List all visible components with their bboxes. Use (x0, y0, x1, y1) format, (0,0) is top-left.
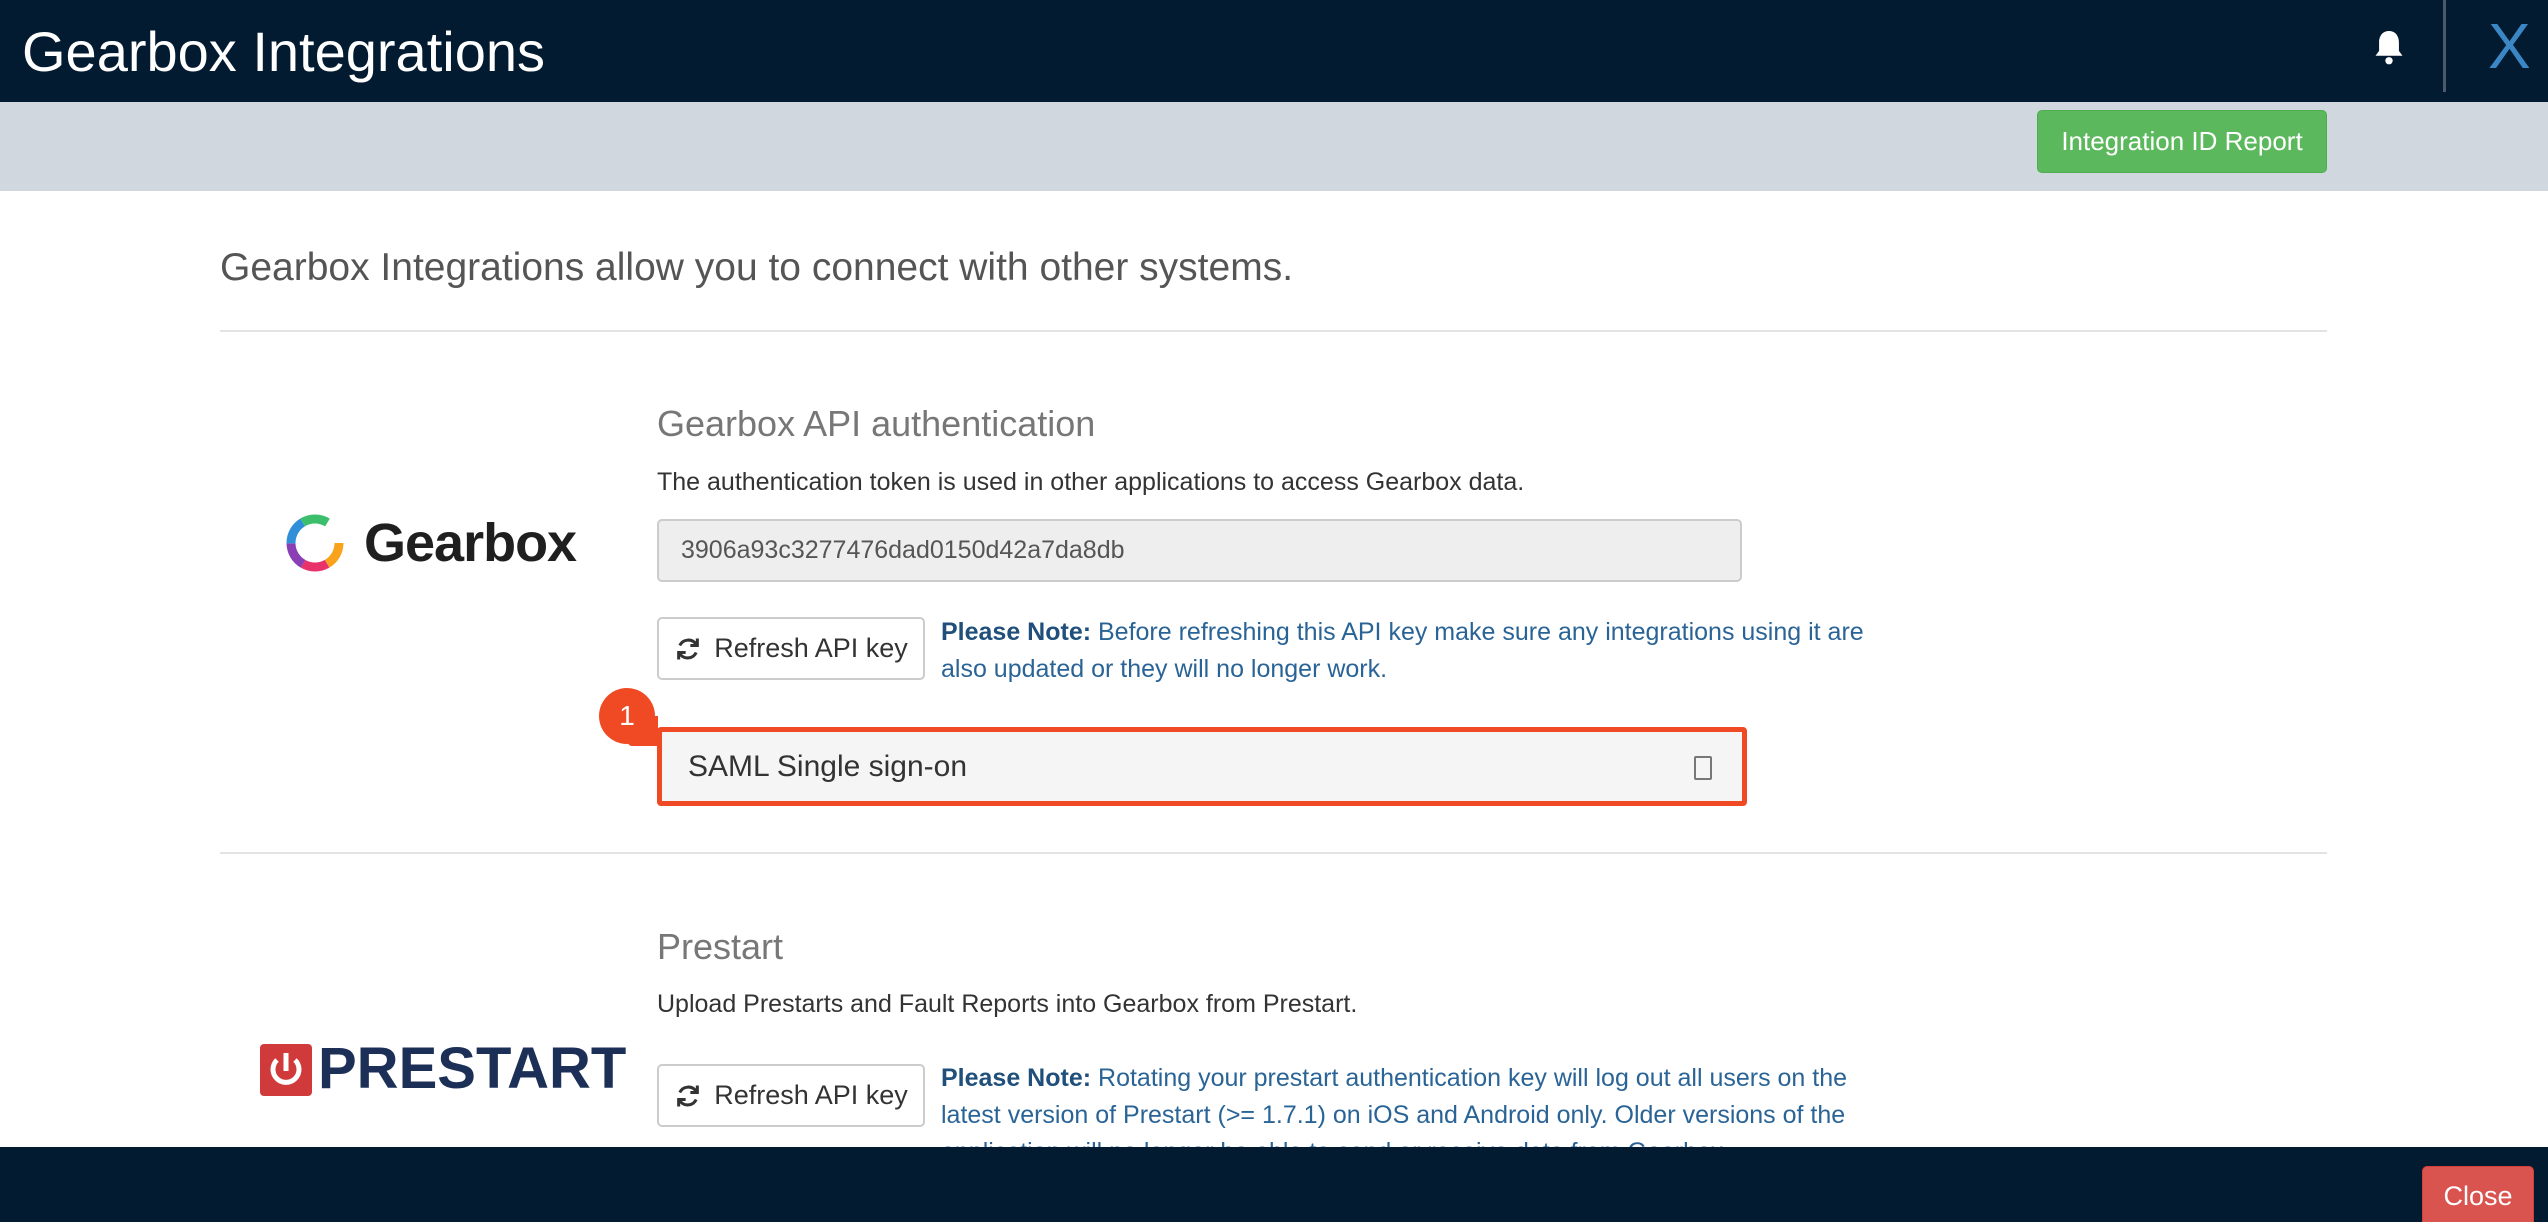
prestart-title: Prestart (657, 926, 784, 967)
divider (220, 330, 2327, 332)
refresh-api-key-label: Refresh API key (714, 633, 908, 663)
saml-sso-panel[interactable]: SAML Single sign-on (657, 727, 1747, 806)
intro-text: Gearbox Integrations allow you to connec… (220, 246, 1294, 289)
integration-id-report-button[interactable]: Integration ID Report (2037, 110, 2327, 173)
close-window-button[interactable]: X (2488, 12, 2531, 80)
modal-footer (0, 1147, 2548, 1222)
prestart-refresh-api-key-label: Refresh API key (714, 1080, 908, 1110)
prestart-logo-text: PRESTART (318, 1036, 627, 1101)
divider (220, 852, 2327, 854)
gearbox-api-note: Please Note: Before refreshing this API … (941, 614, 1901, 688)
header-divider (2443, 0, 2446, 92)
saml-sso-title: SAML Single sign-on (688, 750, 968, 783)
note-label: Please Note: (941, 618, 1092, 646)
page-title: Gearbox Integrations (22, 20, 545, 83)
prestart-refresh-api-key-button[interactable]: Refresh API key (657, 1064, 925, 1127)
prestart-logo: PRESTART (260, 1038, 626, 1100)
prestart-description: Upload Prestarts and Fault Reports into … (657, 990, 1358, 1018)
gearbox-api-description: The authentication token is used in othe… (657, 468, 1525, 496)
gearbox-logo-icon (286, 514, 344, 572)
note-label: Please Note: (941, 1064, 1092, 1092)
refresh-icon (677, 638, 700, 659)
close-button[interactable]: Close (2422, 1166, 2534, 1222)
bell-icon[interactable] (2372, 28, 2406, 68)
gearbox-api-title: Gearbox API authentication (657, 403, 1096, 444)
power-icon (260, 1044, 312, 1096)
gearbox-logo: Gearbox (284, 508, 577, 578)
expand-icon (1694, 756, 1712, 780)
refresh-icon (677, 1085, 700, 1106)
refresh-api-key-button[interactable]: Refresh API key (657, 617, 925, 680)
api-token-field[interactable] (657, 519, 1742, 582)
step-badge: 1 (599, 688, 655, 744)
gearbox-logo-text: Gearbox (364, 513, 577, 573)
